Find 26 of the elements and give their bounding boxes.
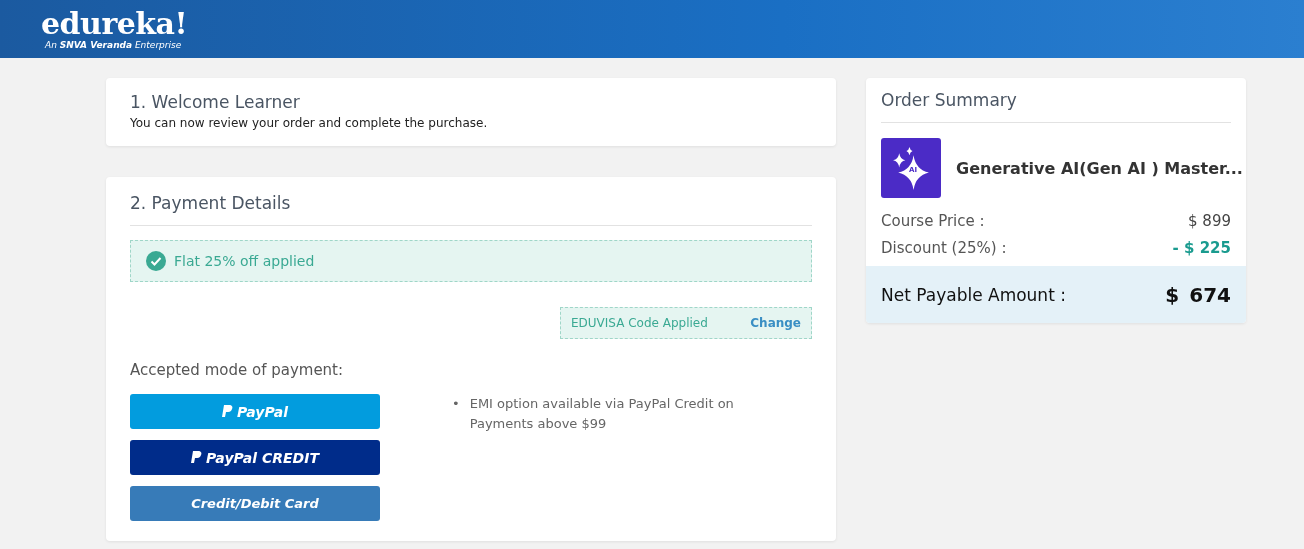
offer-text: Flat 25% off applied — [174, 253, 315, 269]
change-link[interactable]: Change — [750, 316, 801, 330]
logo[interactable]: edureka! — [41, 8, 1304, 39]
payment-method-button[interactable]: Credit/Debit Card — [130, 486, 380, 521]
summary-title: Order Summary — [881, 90, 1018, 110]
coupon-text: EDUVISA Code Applied — [571, 316, 708, 330]
payment-method-button[interactable]: PayPal — [130, 394, 380, 429]
total-amount: $ 674 — [1165, 282, 1231, 307]
payment-mode-label: Accepted mode of payment: — [130, 361, 345, 379]
sparkle-icon — [893, 146, 929, 190]
paypal-icon — [191, 450, 202, 465]
section-title: 2. Payment Details — [130, 193, 292, 213]
section-title: 1. Welcome Learner — [130, 92, 301, 112]
price-value: - $ 225 — [1172, 239, 1231, 257]
paypal-icon — [221, 404, 233, 419]
payment-note: EMI option available via PayPal Credit on Payments above $99 — [469, 395, 735, 433]
logo-tagline: An SNVA Veranda Enterprise — [45, 39, 183, 50]
price-label: Discount (25%) : — [881, 239, 1007, 257]
check-icon — [146, 251, 166, 271]
payment-method-button[interactable]: PayPal CREDIT — [130, 440, 380, 475]
total-label: Net Payable Amount : — [881, 284, 1066, 305]
bullet: • — [452, 395, 460, 413]
welcome-text: You can now review your order and complete the purchase. — [130, 116, 489, 130]
course-name: Generative AI(Gen AI ) Master... — [956, 158, 1243, 178]
price-value: $ 899 — [1188, 212, 1231, 230]
price-label: Course Price : — [881, 212, 985, 230]
